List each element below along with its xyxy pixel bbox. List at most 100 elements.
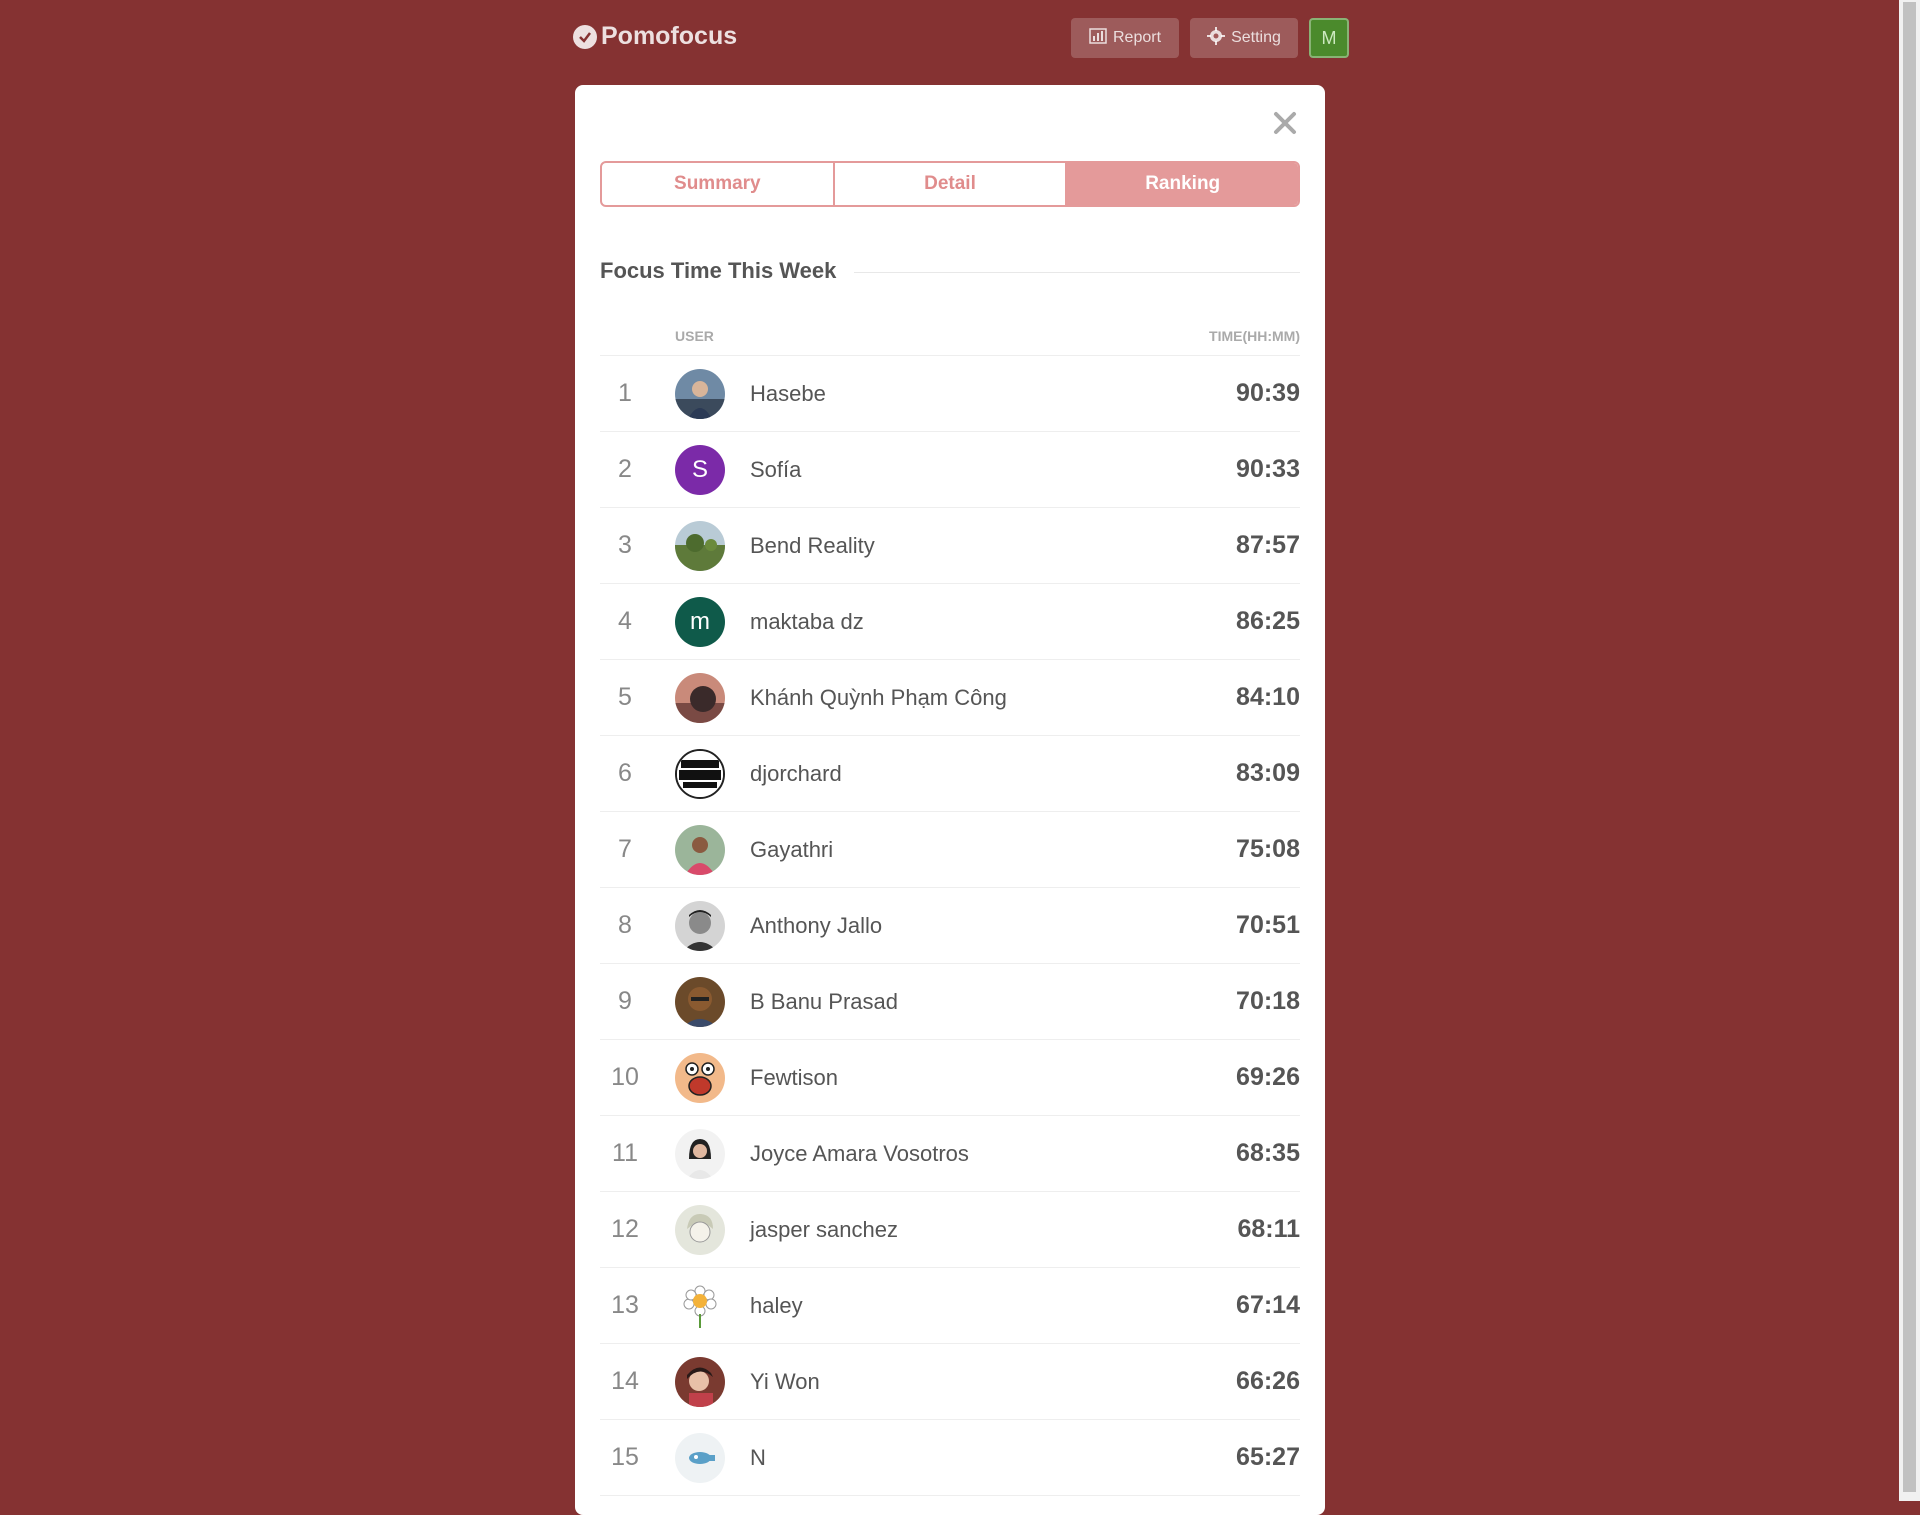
user-name: maktaba dz bbox=[750, 608, 864, 634]
top-header: Pomofocus Report Setting M bbox=[573, 16, 1349, 76]
ranking-row: 14 Yi Won 66:26 bbox=[600, 1344, 1300, 1420]
setting-button[interactable]: Setting bbox=[1190, 18, 1298, 58]
focus-time: 87:57 bbox=[1236, 531, 1300, 559]
page-scrollbar[interactable] bbox=[1899, 0, 1920, 1501]
scrollbar-thumb[interactable] bbox=[1903, 2, 1916, 1492]
focus-time: 67:14 bbox=[1236, 1291, 1300, 1319]
focus-time: 84:10 bbox=[1236, 683, 1300, 711]
user-avatar-button[interactable]: M bbox=[1309, 18, 1349, 58]
user-name: Joyce Amara Vosotros bbox=[750, 1140, 969, 1166]
focus-time: 83:09 bbox=[1236, 759, 1300, 787]
ranking-row: 4 m maktaba dz 86:25 bbox=[600, 584, 1300, 660]
user-avatar bbox=[675, 1356, 725, 1407]
user-name: Sofía bbox=[750, 456, 802, 482]
rank-number: 13 bbox=[611, 1291, 639, 1319]
section-title: Focus Time This Week bbox=[600, 258, 855, 284]
focus-time: 70:51 bbox=[1236, 911, 1300, 939]
user-name: Khánh Quỳnh Phạm Công bbox=[750, 684, 1007, 710]
user-avatar bbox=[675, 1052, 725, 1103]
user-avatar bbox=[675, 1204, 725, 1255]
user-name: haley bbox=[750, 1292, 803, 1318]
avatar-letter: S bbox=[691, 455, 708, 483]
ranking-row: 3 Bend Reality 87:57 bbox=[600, 508, 1300, 584]
focus-time: 70:18 bbox=[1236, 987, 1300, 1015]
rank-number: 6 bbox=[618, 759, 632, 787]
user-name: B Banu Prasad bbox=[750, 988, 898, 1014]
ranking-row: 5 Khánh Quỳnh Phạm Công 84:10 bbox=[600, 660, 1300, 736]
ranking-row: 13 haley 67:14 bbox=[600, 1268, 1300, 1344]
rank-number: 5 bbox=[618, 683, 632, 711]
focus-time: 66:26 bbox=[1236, 1367, 1300, 1395]
user-name: Yi Won bbox=[750, 1368, 820, 1394]
ranking-row: 10 Fewtison 69:26 bbox=[600, 1040, 1300, 1116]
ranking-row: 8 Anthony Jallo 70:51 bbox=[600, 888, 1300, 964]
user-name: Bend Reality bbox=[750, 532, 875, 558]
focus-time: 69:26 bbox=[1236, 1063, 1300, 1091]
rank-number: 11 bbox=[612, 1139, 638, 1167]
user-avatar bbox=[675, 520, 725, 571]
rank-number: 9 bbox=[618, 987, 632, 1015]
user-avatar bbox=[675, 976, 725, 1027]
focus-time: 90:39 bbox=[1236, 379, 1300, 407]
report-button[interactable]: Report bbox=[1071, 18, 1179, 58]
ranking-row: 7 Gayathri 75:08 bbox=[600, 812, 1300, 888]
close-icon[interactable] bbox=[1269, 107, 1301, 139]
focus-time: 68:35 bbox=[1236, 1139, 1300, 1167]
logo-text: Pomofocus bbox=[601, 22, 738, 50]
ranking-table: 1 Hasebe 90:39 2 S Sofía 90:33 3 Bend Re… bbox=[600, 355, 1300, 1496]
column-header-time: TIME(HH:MM) bbox=[1209, 328, 1300, 344]
user-avatar: m bbox=[675, 596, 725, 647]
logo[interactable]: Pomofocus bbox=[573, 22, 737, 51]
ranking-row: 15 N 65:27 bbox=[600, 1420, 1300, 1496]
user-avatar bbox=[675, 748, 725, 799]
rank-number: 8 bbox=[618, 911, 632, 939]
check-circle-icon bbox=[573, 24, 597, 49]
user-name: jasper sanchez bbox=[750, 1216, 898, 1242]
user-avatar bbox=[675, 368, 725, 419]
user-avatar bbox=[675, 900, 725, 951]
report-tabs: Summary Detail Ranking bbox=[600, 161, 1300, 207]
rank-number: 10 bbox=[611, 1063, 639, 1091]
user-avatar bbox=[675, 672, 725, 723]
user-avatar bbox=[675, 1432, 725, 1483]
report-modal: Summary Detail Ranking Focus Time This W… bbox=[575, 85, 1325, 1515]
rank-number: 15 bbox=[611, 1443, 639, 1471]
focus-time: 86:25 bbox=[1236, 607, 1300, 635]
focus-time: 68:11 bbox=[1237, 1215, 1300, 1243]
focus-time: 65:27 bbox=[1236, 1443, 1300, 1471]
tab-summary[interactable]: Summary bbox=[602, 163, 833, 205]
user-avatar bbox=[675, 1128, 725, 1179]
tab-ranking[interactable]: Ranking bbox=[1065, 163, 1298, 205]
user-name: Gayathri bbox=[750, 836, 834, 862]
user-name: Hasebe bbox=[750, 380, 826, 406]
rank-number: 7 bbox=[618, 835, 632, 863]
user-avatar bbox=[675, 1280, 725, 1331]
bar-chart-icon bbox=[1089, 27, 1107, 49]
rank-number: 3 bbox=[618, 531, 632, 559]
user-avatar bbox=[675, 824, 725, 875]
user-name: N bbox=[750, 1444, 766, 1470]
ranking-row: 1 Hasebe 90:39 bbox=[600, 356, 1300, 432]
user-avatar: S bbox=[675, 444, 725, 495]
user-name: Fewtison bbox=[750, 1064, 839, 1090]
ranking-row: 2 S Sofía 90:33 bbox=[600, 432, 1300, 508]
rank-number: 4 bbox=[618, 607, 632, 635]
rank-number: 1 bbox=[618, 379, 632, 407]
tab-detail[interactable]: Detail bbox=[832, 163, 1066, 205]
ranking-row: 6 djorchard 83:09 bbox=[600, 736, 1300, 812]
ranking-row: 12 jasper sanchez 68:11 bbox=[600, 1192, 1300, 1268]
setting-label: Setting bbox=[1231, 29, 1281, 46]
column-header-user: USER bbox=[675, 328, 714, 344]
user-name: Anthony Jallo bbox=[750, 912, 883, 938]
report-label: Report bbox=[1112, 29, 1162, 46]
ranking-row: 9 B Banu Prasad 70:18 bbox=[600, 964, 1300, 1040]
rank-number: 2 bbox=[618, 455, 632, 483]
focus-time: 90:33 bbox=[1236, 455, 1300, 483]
gear-icon bbox=[1207, 26, 1226, 50]
rank-number: 12 bbox=[611, 1215, 639, 1243]
user-name: djorchard bbox=[750, 760, 842, 786]
focus-time: 75:08 bbox=[1236, 835, 1300, 863]
avatar-letter: m bbox=[690, 607, 710, 635]
ranking-row: 11 Joyce Amara Vosotros 68:35 bbox=[600, 1116, 1300, 1192]
rank-number: 14 bbox=[611, 1367, 639, 1395]
